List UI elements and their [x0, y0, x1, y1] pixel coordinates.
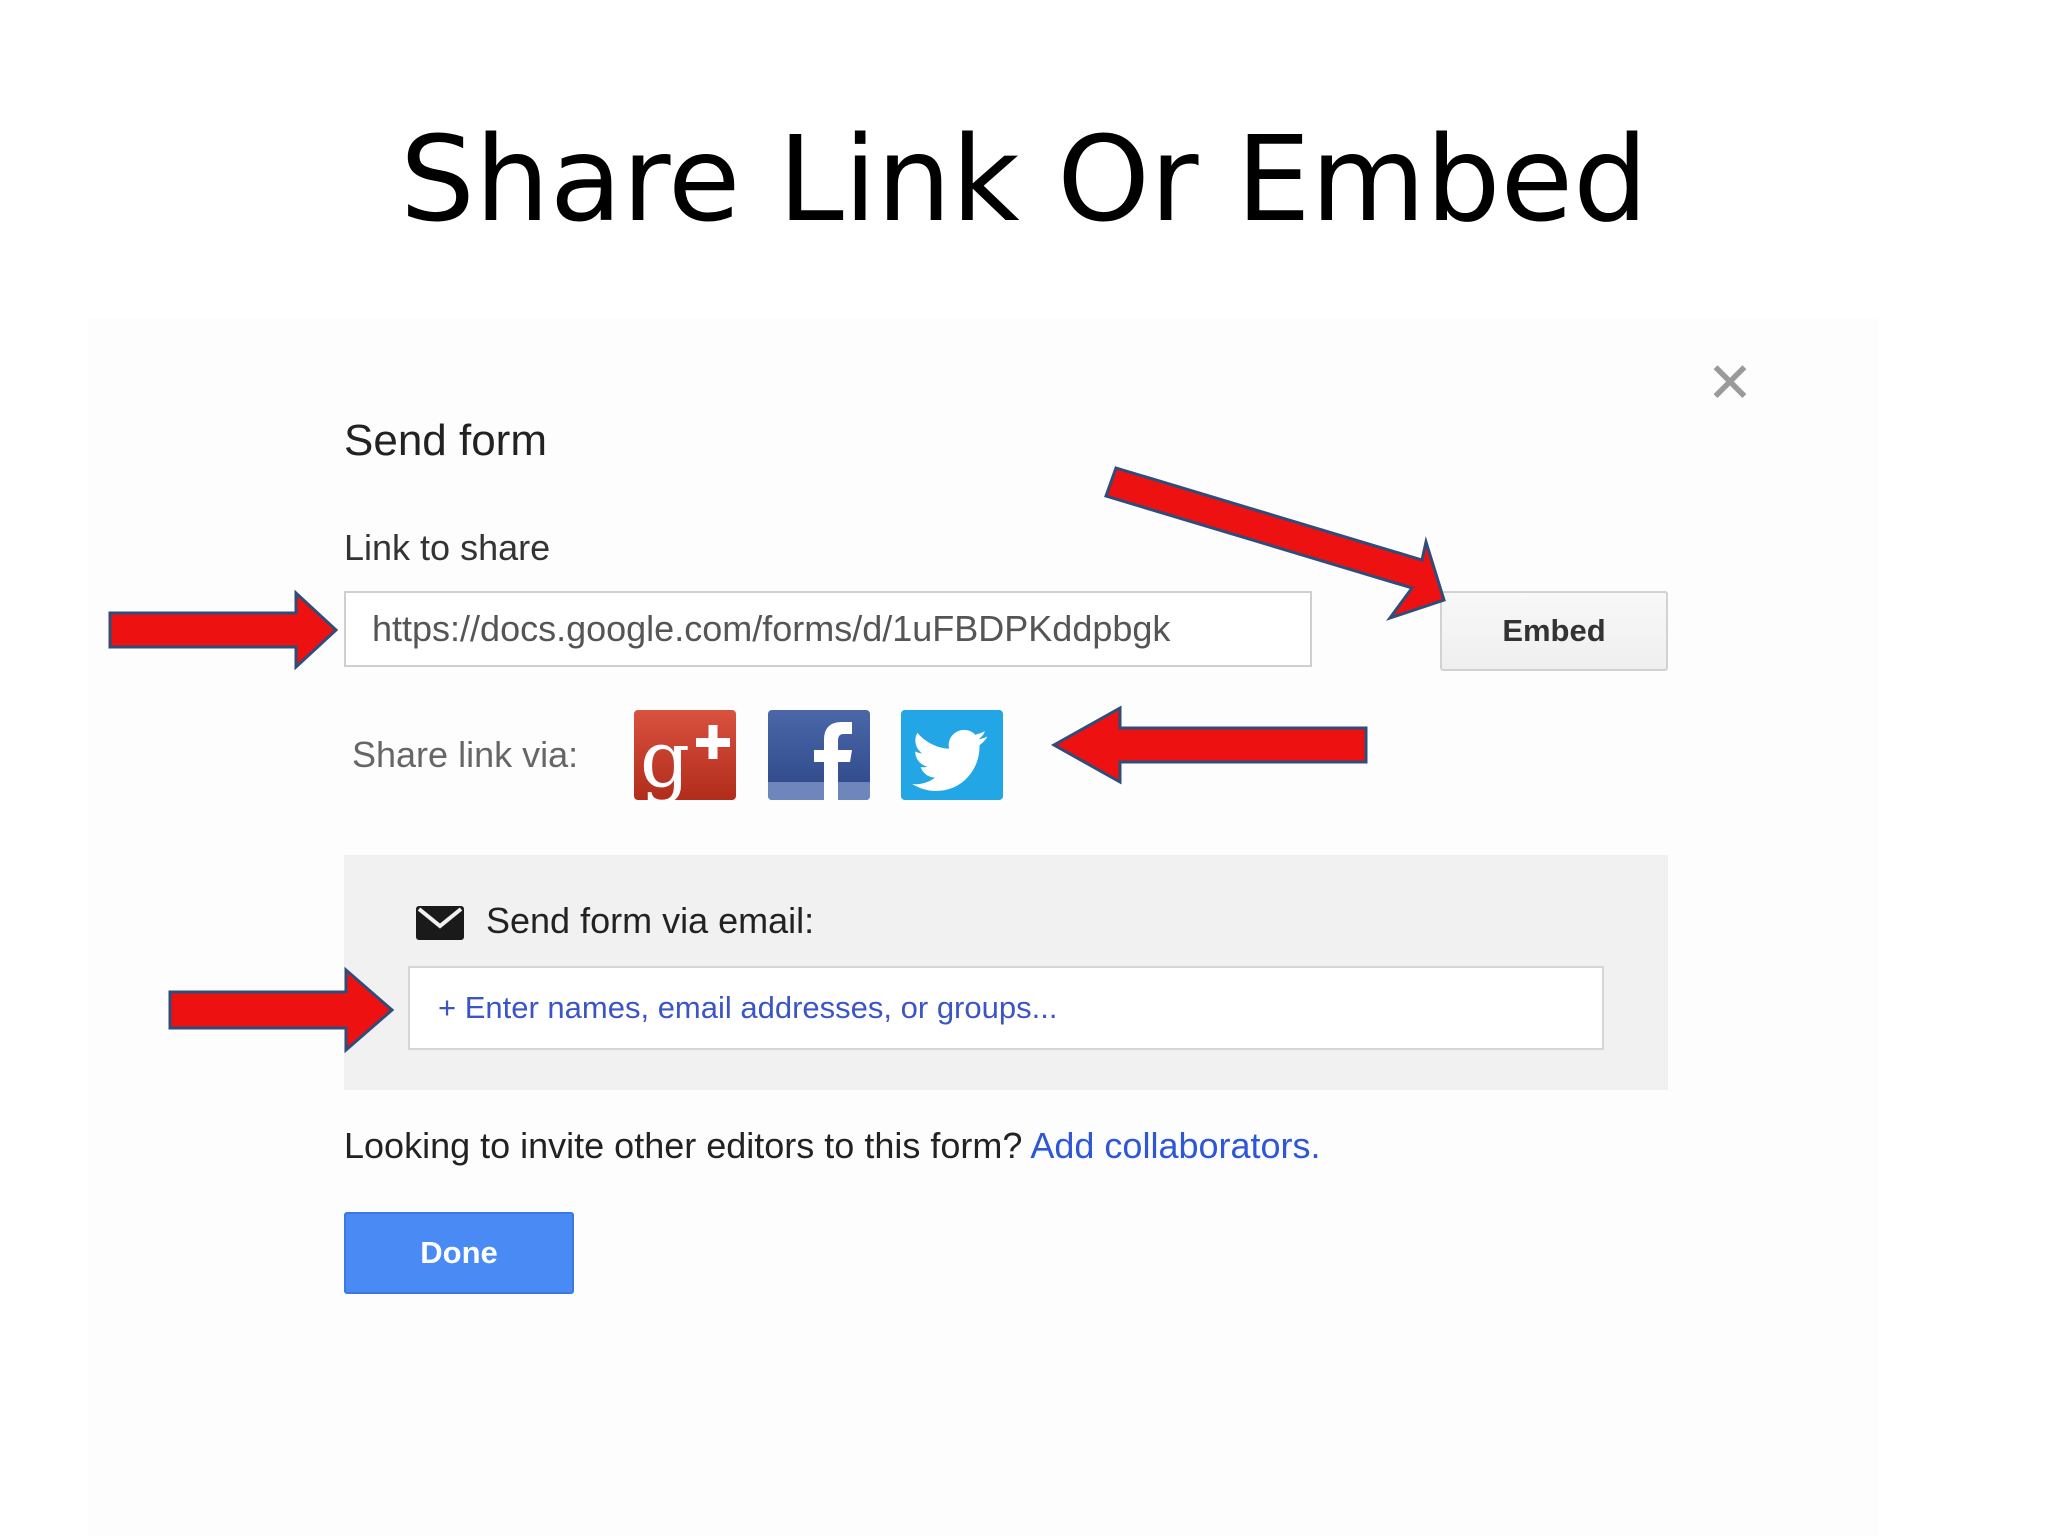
facebook-icon	[768, 722, 870, 800]
twitter-share-button[interactable]	[901, 710, 1003, 800]
annotation-arrow-embed	[1104, 466, 1446, 621]
done-button[interactable]: Done	[344, 1212, 574, 1294]
add-collaborators-link[interactable]: Add collaborators.	[1030, 1125, 1320, 1166]
share-link-via-label: Share link via:	[352, 734, 579, 775]
facebook-share-button[interactable]	[768, 710, 870, 800]
invite-editors-text: Looking to invite other editors to this …	[344, 1125, 1023, 1166]
invite-editors-line: Looking to invite other editors to this …	[344, 1125, 1321, 1167]
embed-button[interactable]: Embed	[1440, 591, 1668, 671]
google-plus-share-button[interactable]: g	[634, 710, 736, 800]
google-plus-icon: g	[640, 715, 730, 800]
svg-text:g: g	[640, 715, 690, 800]
dialog-title: Send form	[344, 416, 547, 465]
slide-title: Share Link Or Embed	[400, 110, 1648, 248]
close-icon[interactable]: ✕	[1706, 356, 1754, 412]
annotation-arrow-email	[168, 966, 395, 1054]
annotation-arrow-link	[108, 589, 339, 671]
envelope-icon	[416, 906, 464, 940]
annotation-arrow-social	[1050, 705, 1368, 785]
send-via-email-label: Send form via email:	[486, 900, 815, 941]
twitter-icon	[912, 729, 988, 791]
email-recipients-input[interactable]	[408, 966, 1604, 1050]
link-to-share-label: Link to share	[344, 527, 551, 568]
